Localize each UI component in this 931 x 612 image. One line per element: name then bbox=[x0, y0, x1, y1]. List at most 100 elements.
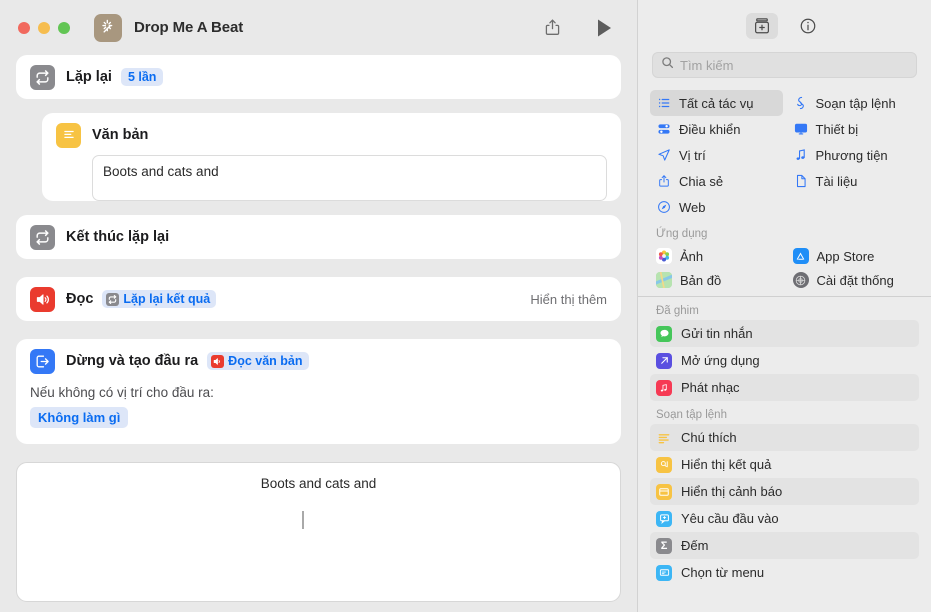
document-icon bbox=[793, 174, 809, 188]
list-item-count[interactable]: Σ Đếm bbox=[650, 532, 919, 559]
action-card-end-repeat[interactable]: Kết thúc lặp lại bbox=[16, 215, 621, 259]
list-item-open-app[interactable]: Mở ứng dụng bbox=[650, 347, 919, 374]
category-scripting[interactable]: Soạn tập lệnh bbox=[787, 90, 920, 116]
shortcuts-window: Drop Me A Beat Lặp lại 5 lần Văn bản Boo… bbox=[0, 0, 931, 612]
share-icon[interactable] bbox=[535, 13, 569, 43]
list-item-label: Hiển thị cảnh báo bbox=[681, 484, 783, 499]
action-card-speak[interactable]: Đọc Lặp lại kết quả Hiển thị thêm bbox=[16, 277, 621, 321]
app-label: App Store bbox=[816, 248, 875, 264]
repeat-icon bbox=[30, 224, 55, 250]
action-card-stop-and-output[interactable]: Dừng và tạo đầu ra Đọc văn bản Nếu không… bbox=[16, 339, 621, 444]
app-label: Bản đồ bbox=[680, 272, 722, 288]
list-item-ask-for-input[interactable]: Yêu cầu đầu vào bbox=[650, 505, 919, 532]
minimize-button[interactable] bbox=[38, 21, 50, 34]
safari-compass-icon bbox=[656, 200, 672, 214]
category-devices[interactable]: Thiết bị bbox=[787, 116, 920, 142]
system-settings-icon bbox=[792, 272, 809, 288]
section-title-apps: Ứng dụng bbox=[656, 228, 708, 240]
list-item-show-alert[interactable]: Hiển thị cảnh báo bbox=[650, 478, 919, 505]
category-label: Tất cả tác vụ bbox=[679, 95, 754, 111]
action-library-icon[interactable] bbox=[745, 13, 778, 39]
list-item-choose-from-menu[interactable]: Chọn từ menu bbox=[650, 559, 919, 586]
category-sharing[interactable]: Chia sẻ bbox=[650, 168, 783, 194]
show-more-button[interactable]: Hiển thị thêm bbox=[530, 292, 607, 307]
comment-lines-icon bbox=[656, 430, 672, 446]
list-item-label: Phát nhạc bbox=[681, 380, 740, 395]
text-icon bbox=[56, 122, 81, 148]
search-input[interactable] bbox=[680, 57, 908, 73]
section-title-scripting: Soạn tập lệnh bbox=[656, 409, 727, 421]
choose-menu-icon bbox=[656, 564, 672, 581]
action-card-text[interactable]: Văn bản Boots and cats and bbox=[42, 113, 621, 201]
repeat-count-token[interactable]: 5 lần bbox=[120, 68, 164, 86]
music-note-icon bbox=[793, 148, 809, 162]
speaker-icon bbox=[30, 286, 55, 312]
play-icon[interactable] bbox=[587, 13, 621, 43]
exit-box-icon bbox=[30, 348, 55, 374]
list-item-send-message[interactable]: Gửi tin nhắn bbox=[650, 320, 919, 347]
category-label: Soạn tập lệnh bbox=[815, 95, 896, 111]
open-app-icon bbox=[656, 352, 672, 369]
category-label: Thiết bị bbox=[815, 121, 859, 137]
app-item-system-settings[interactable]: Cài đặt thống bbox=[787, 269, 920, 291]
app-item-photos[interactable]: Ảnh bbox=[650, 243, 783, 269]
list-item-label: Chọn từ menu bbox=[681, 565, 765, 580]
action-row: Dừng và tạo đầu ra Đọc văn bản bbox=[16, 339, 621, 383]
category-label: Tài liệu bbox=[815, 173, 858, 189]
action-title: Đọc bbox=[66, 291, 94, 307]
category-location[interactable]: Vị trí bbox=[650, 142, 783, 168]
scripting-list: Chú thích Hiển thị kết quả Hiển thị cảnh… bbox=[638, 424, 931, 586]
category-media[interactable]: Phương tiện bbox=[787, 142, 920, 168]
location-arrow-icon bbox=[656, 148, 672, 162]
show-result-icon bbox=[656, 456, 672, 473]
scripting-icon bbox=[793, 96, 809, 110]
list-item-play-music[interactable]: Phát nhạc bbox=[650, 374, 919, 401]
panel-toolbar bbox=[638, 0, 931, 52]
text-input-field[interactable]: Boots and cats and bbox=[92, 155, 607, 201]
category-all-actions[interactable]: Tất cả tác vụ bbox=[650, 90, 783, 116]
zoom-button[interactable] bbox=[58, 21, 70, 34]
close-button[interactable] bbox=[18, 21, 30, 34]
action-title: Dừng và tạo đầu ra bbox=[66, 353, 199, 369]
result-preview-text: Boots and cats and bbox=[260, 476, 377, 491]
list-item-label: Hiển thị kết quả bbox=[681, 457, 772, 472]
connector-line bbox=[302, 511, 304, 529]
category-label: Phương tiện bbox=[815, 147, 888, 163]
action-row: Văn bản bbox=[42, 113, 621, 151]
traffic-lights[interactable] bbox=[18, 21, 70, 34]
list-item-comment[interactable]: Chú thích bbox=[650, 424, 919, 451]
app-store-icon bbox=[792, 248, 809, 264]
category-controls[interactable]: Điều khiển bbox=[650, 116, 783, 142]
result-preview-card: Boots and cats and bbox=[16, 462, 621, 602]
category-documents[interactable]: Tài liệu bbox=[787, 168, 920, 194]
app-item-app-store[interactable]: App Store bbox=[787, 243, 920, 269]
action-row: Đọc Lặp lại kết quả Hiển thị thêm bbox=[16, 277, 621, 321]
search-field[interactable] bbox=[652, 52, 917, 78]
sigma-count-icon: Σ bbox=[656, 537, 672, 554]
display-icon bbox=[793, 122, 809, 136]
wand-sparkles-icon bbox=[94, 13, 122, 42]
app-item-maps[interactable]: Bản đồ bbox=[650, 269, 783, 291]
action-card-repeat[interactable]: Lặp lại 5 lần bbox=[16, 55, 621, 99]
token-label: Lặp lại kết quả bbox=[123, 292, 211, 306]
list-item-show-result[interactable]: Hiển thị kết quả bbox=[650, 451, 919, 478]
category-label: Điều khiển bbox=[679, 121, 741, 137]
show-alert-icon bbox=[656, 483, 672, 500]
list-item-label: Đếm bbox=[681, 538, 709, 553]
list-item-label: Chú thích bbox=[681, 430, 737, 445]
action-title: Văn bản bbox=[92, 127, 149, 143]
action-row: Lặp lại 5 lần bbox=[16, 55, 621, 99]
repeat-icon bbox=[30, 64, 55, 90]
category-label: Vị trí bbox=[679, 147, 706, 163]
action-title: Lặp lại bbox=[66, 69, 112, 85]
window-title: Drop Me A Beat bbox=[134, 19, 244, 36]
category-grid: Tất cả tác vụ Soạn tập lệnh Điều khiển T… bbox=[638, 90, 931, 220]
music-icon bbox=[656, 379, 672, 396]
info-circle-icon[interactable] bbox=[792, 13, 824, 39]
do-nothing-option[interactable]: Không làm gì bbox=[30, 407, 129, 428]
repeat-result-token[interactable]: Lặp lại kết quả bbox=[102, 290, 217, 308]
speak-text-token[interactable]: Đọc văn bản bbox=[207, 352, 309, 370]
search-icon bbox=[661, 56, 674, 74]
category-web[interactable]: Web bbox=[650, 194, 783, 220]
action-library-panel: Tất cả tác vụ Soạn tập lệnh bbox=[637, 0, 931, 612]
